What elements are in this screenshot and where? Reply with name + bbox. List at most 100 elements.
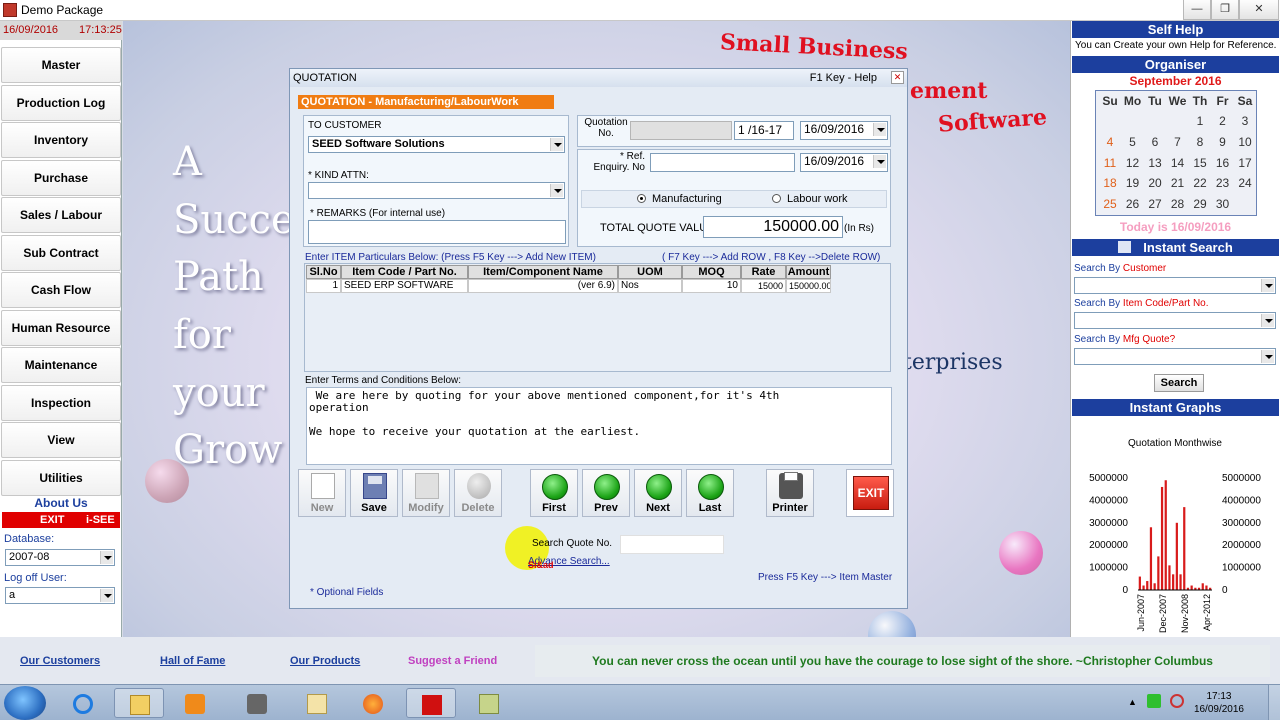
calendar-day[interactable]: 25 bbox=[1099, 197, 1121, 211]
nav-master-button[interactable]: Master bbox=[1, 47, 121, 83]
hall-of-fame-link[interactable]: Hall of Fame bbox=[160, 655, 225, 667]
taskbar-app[interactable] bbox=[232, 688, 282, 718]
modify-button[interactable]: Modify bbox=[402, 469, 450, 517]
calendar-day[interactable]: 1 bbox=[1189, 114, 1211, 128]
taskbar-explorer[interactable] bbox=[114, 688, 164, 718]
kind-attn-select[interactable] bbox=[308, 182, 565, 199]
column-header[interactable]: Item Code / Part No. bbox=[341, 265, 468, 279]
chevron-down-icon[interactable] bbox=[1261, 279, 1274, 292]
chevron-down-icon[interactable] bbox=[1261, 350, 1274, 363]
restore-button[interactable]: ❐ bbox=[1211, 0, 1239, 20]
exit-button[interactable]: EXIT bbox=[846, 469, 894, 517]
column-header[interactable]: UOM bbox=[618, 265, 682, 279]
nav-production-log-button[interactable]: Production Log bbox=[1, 85, 121, 121]
search-item-select[interactable] bbox=[1074, 312, 1276, 329]
calendar-day[interactable]: 18 bbox=[1099, 176, 1121, 190]
taskbar-firefox[interactable] bbox=[348, 688, 398, 718]
calendar-day[interactable]: 10 bbox=[1234, 135, 1256, 149]
column-header[interactable]: Item/Component Name bbox=[468, 265, 618, 279]
terms-textarea[interactable]: We are here by quoting for your above me… bbox=[306, 387, 892, 465]
table-cell-rate[interactable]: 15000 bbox=[741, 279, 786, 293]
calendar-day[interactable]: 2 bbox=[1212, 114, 1234, 128]
calendar-day[interactable]: 8 bbox=[1189, 135, 1211, 149]
printer-button[interactable]: Printer bbox=[766, 469, 814, 517]
chevron-down-icon[interactable] bbox=[100, 589, 113, 602]
chevron-down-icon[interactable] bbox=[550, 138, 563, 151]
manufacturing-radio[interactable] bbox=[637, 194, 646, 203]
tray-expand-icon[interactable]: ▲ bbox=[1128, 697, 1137, 707]
delete-button[interactable]: Delete bbox=[454, 469, 502, 517]
calendar-day[interactable]: 11 bbox=[1099, 156, 1121, 170]
our-products-link[interactable]: Our Products bbox=[290, 655, 360, 667]
show-desktop-button[interactable] bbox=[1268, 685, 1280, 720]
exit-bar[interactable]: EXIT i-SEE bbox=[2, 512, 120, 528]
first-button[interactable]: First bbox=[530, 469, 578, 517]
nav-view-button[interactable]: View bbox=[1, 422, 121, 458]
ref-date-select[interactable]: 16/09/2016 bbox=[800, 153, 888, 172]
nav-maintenance-button[interactable]: Maintenance bbox=[1, 347, 121, 383]
column-header[interactable]: MOQ bbox=[682, 265, 741, 279]
labour-work-radio[interactable] bbox=[772, 194, 781, 203]
table-cell-moq[interactable]: 10 bbox=[682, 279, 741, 293]
calendar-day[interactable]: 14 bbox=[1167, 156, 1189, 170]
nav-sub-contract-button[interactable]: Sub Contract bbox=[1, 235, 121, 271]
calendar-day[interactable]: 12 bbox=[1122, 156, 1144, 170]
customer-select[interactable]: SEED Software Solutions bbox=[308, 136, 565, 153]
calendar-day[interactable]: 27 bbox=[1144, 197, 1166, 211]
calendar-day[interactable]: 29 bbox=[1189, 197, 1211, 211]
calendar-day[interactable]: 9 bbox=[1212, 135, 1234, 149]
calendar-day[interactable]: 20 bbox=[1144, 176, 1166, 190]
last-button[interactable]: Last bbox=[686, 469, 734, 517]
nav-human-resource-button[interactable]: Human Resource bbox=[1, 310, 121, 346]
network-icon[interactable] bbox=[1170, 694, 1184, 708]
ref-enquiry-input[interactable] bbox=[650, 153, 795, 172]
calendar-day[interactable]: 4 bbox=[1099, 135, 1121, 149]
our-customers-link[interactable]: Our Customers bbox=[20, 655, 100, 667]
taskbar-seed[interactable] bbox=[406, 688, 456, 718]
calendar-day[interactable]: 6 bbox=[1144, 135, 1166, 149]
table-cell-amount[interactable]: 150000.00 bbox=[786, 279, 831, 293]
chevron-down-icon[interactable] bbox=[1261, 314, 1274, 327]
table-cell-uom[interactable]: Nos bbox=[618, 279, 682, 293]
taskbar-media[interactable] bbox=[170, 688, 220, 718]
close-icon[interactable]: ✕ bbox=[891, 71, 904, 84]
taskbar-app[interactable] bbox=[292, 688, 342, 718]
search-mfg-select[interactable] bbox=[1074, 348, 1276, 365]
close-window-button[interactable]: ✕ bbox=[1239, 0, 1279, 20]
calendar-day[interactable]: 28 bbox=[1167, 197, 1189, 211]
chevron-down-icon[interactable] bbox=[873, 123, 886, 136]
taskbar-clock[interactable]: 17:13 16/09/2016 bbox=[1194, 690, 1244, 716]
calendar-day[interactable]: 21 bbox=[1167, 176, 1189, 190]
prev-button[interactable]: Prev bbox=[582, 469, 630, 517]
nav-sales-labour-button[interactable]: Sales / Labour bbox=[1, 197, 121, 233]
suggest-friend-link[interactable]: Suggest a Friend bbox=[408, 655, 497, 667]
new-button[interactable]: New bbox=[298, 469, 346, 517]
calendar-day[interactable]: 22 bbox=[1189, 176, 1211, 190]
exit-label[interactable]: EXIT bbox=[40, 512, 64, 528]
calendar[interactable]: Su Mo Tu We Th Fr Sa 1 2 3 4 5 6 7 8 9 10 11 12 13 14 15 16 17… bbox=[1095, 90, 1257, 216]
column-header[interactable]: Amount bbox=[786, 265, 831, 279]
calendar-day[interactable]: 3 bbox=[1234, 114, 1256, 128]
battery-icon[interactable] bbox=[1147, 694, 1161, 708]
taskbar-app[interactable] bbox=[464, 688, 514, 718]
calendar-day[interactable]: 26 bbox=[1122, 197, 1144, 211]
column-header[interactable]: Rate bbox=[741, 265, 786, 279]
calendar-day[interactable]: 30 bbox=[1212, 197, 1234, 211]
save-button[interactable]: Save bbox=[350, 469, 398, 517]
chevron-down-icon[interactable] bbox=[873, 155, 886, 168]
calendar-day[interactable]: 5 bbox=[1122, 135, 1144, 149]
items-grid[interactable]: Sl.No Item Code / Part No. Item/Componen… bbox=[304, 263, 891, 372]
calendar-day[interactable]: 16 bbox=[1212, 156, 1234, 170]
table-cell-name[interactable]: (ver 6.9) bbox=[468, 279, 618, 293]
calendar-day[interactable]: 24 bbox=[1234, 176, 1256, 190]
next-button[interactable]: Next bbox=[634, 469, 682, 517]
table-cell-sl[interactable]: 1 bbox=[306, 279, 341, 293]
logoff-user-select[interactable]: a bbox=[5, 587, 115, 604]
nav-inspection-button[interactable]: Inspection bbox=[1, 385, 121, 421]
remarks-input[interactable] bbox=[308, 220, 566, 244]
quotation-no-field[interactable]: 1 /16-17 bbox=[734, 121, 794, 140]
isee-label[interactable]: i-SEE bbox=[86, 512, 115, 528]
chevron-down-icon[interactable] bbox=[100, 551, 113, 564]
search-customer-select[interactable] bbox=[1074, 277, 1276, 294]
minimize-button[interactable]: — bbox=[1183, 0, 1211, 20]
